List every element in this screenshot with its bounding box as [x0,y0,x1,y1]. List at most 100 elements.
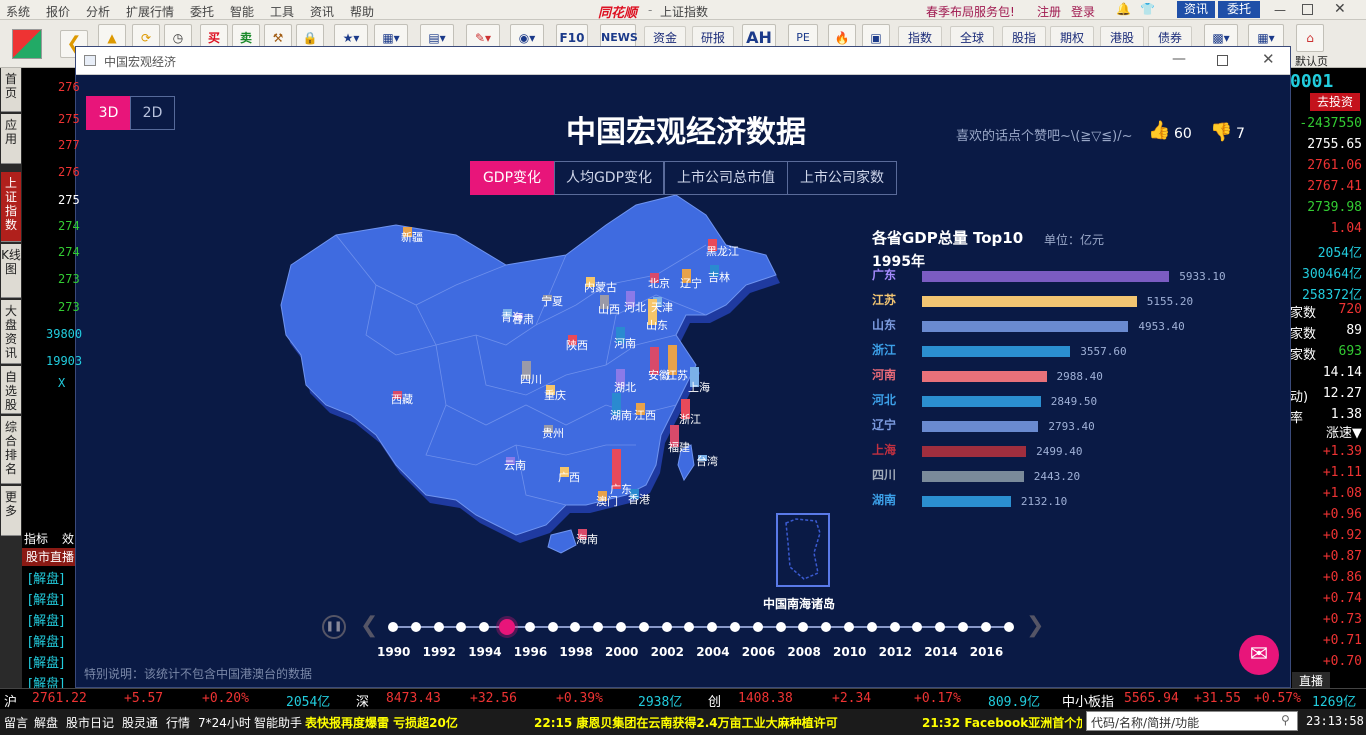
timeline-dot[interactable] [821,622,832,632]
timeline-dot[interactable] [958,622,968,632]
timeline-dot[interactable] [1003,622,1014,632]
timeline-year[interactable]: 2014 [924,645,957,659]
live-item[interactable]: [解盘] [28,589,64,608]
login-link[interactable]: 登录 [1071,3,1095,20]
menu-info[interactable]: 资讯 [310,3,334,20]
timeline-year[interactable]: 2016 [970,645,1003,659]
timeline-dot[interactable] [775,622,786,632]
nav-home[interactable]: 首页 [1,68,21,112]
timeline-year[interactable]: 1994 [468,645,501,659]
news-ticker-3[interactable]: 21:32 Facebook亚洲首个加 [922,714,1082,731]
news-ticker-2[interactable]: 22:15 康恩贝集团在云南获得2.4万亩工业大麻种植许可 [534,714,838,731]
search-box[interactable]: 代码/名称/简拼/功能 ⚲ [1086,711,1298,731]
pause-icon[interactable]: ❚❚ [322,615,346,639]
hk-button[interactable]: 港股 [1100,26,1144,48]
timeline-dot[interactable] [707,622,718,632]
nav-market-news[interactable]: 大盘资讯 [1,300,21,364]
province-bar[interactable] [612,449,621,489]
nav-sh-index[interactable]: 上证指数 [1,172,21,242]
bond-button[interactable]: 债券 [1148,26,1192,48]
effect-tab[interactable]: 效 [62,530,74,547]
live-label[interactable]: 股市直播 [22,548,75,566]
search-icon[interactable]: ⚲ [1281,713,1290,727]
next-icon[interactable]: ❯ [1026,613,1044,638]
timeline-year[interactable]: 2004 [696,645,729,659]
default-page-label[interactable]: 默认页 [1295,53,1328,69]
timeline-year[interactable]: 2010 [833,645,866,659]
register-link[interactable]: 注册 [1037,3,1061,20]
toggle-3d[interactable]: 3D [86,96,131,130]
bottom-item[interactable]: 智能助手 [254,714,302,731]
timeline-dot[interactable] [752,622,763,632]
timeline-dot[interactable] [456,622,467,632]
timeline-dot[interactable] [798,622,809,632]
bar[interactable] [922,396,1041,407]
options-button[interactable]: 期权 [1050,26,1094,48]
bar[interactable] [922,271,1170,282]
tab-market-cap[interactable]: 上市公司总市值 [664,161,788,195]
nav-kline[interactable]: K线图 [1,244,21,298]
timeline-dot[interactable] [730,622,740,632]
close-icon[interactable]: ✕ [1334,1,1346,17]
menu-quote[interactable]: 报价 [46,3,70,20]
toggle-2d[interactable]: 2D [130,96,175,130]
timeline-dot[interactable] [547,622,558,632]
timeline-dot[interactable] [616,622,626,632]
timeline-year[interactable]: 2006 [742,645,775,659]
timeline-year[interactable]: 2002 [651,645,684,659]
thumbs-down-icon[interactable]: 👎 [1210,122,1232,143]
windows-grid-icon[interactable] [12,29,42,59]
bar[interactable] [922,496,1011,507]
tab-gdp[interactable]: GDP变化 [470,161,554,195]
live-item[interactable]: [解盘] [28,610,64,629]
timeline-year[interactable]: 1992 [423,645,456,659]
bottom-item[interactable]: 行情 [166,714,190,731]
menu-help[interactable]: 帮助 [350,3,374,20]
promo-link[interactable]: 春季布局服务包! [926,3,1015,20]
sh-value[interactable]: 2761.22 [32,691,87,706]
thumbs-up-icon[interactable]: 👍 [1148,120,1170,141]
timeline-dot[interactable] [570,622,581,632]
timeline-dot[interactable] [935,622,946,632]
china-map[interactable]: 新疆西藏青海甘肃宁夏内蒙古黑龙江吉林辽宁北京天津河北山西山东陕西 河南江苏安徽上海… [276,195,796,565]
timeline-dot[interactable] [410,622,421,632]
timeline-year[interactable]: 1998 [559,645,592,659]
live-item[interactable]: [解盘] [28,568,64,587]
mail-icon[interactable]: ✉ [1239,635,1279,675]
live-item[interactable]: [解盘] [28,631,64,650]
bar[interactable] [922,321,1129,332]
timeline-dot[interactable] [889,622,900,632]
timeline-year[interactable]: 1996 [514,645,547,659]
home-icon[interactable]: ⌂ [1296,24,1324,52]
stock-index-button[interactable]: 股指 [1002,26,1046,48]
bell-icon[interactable]: 🔔 [1116,2,1131,16]
index-button[interactable]: 指数 [898,26,942,48]
bottom-item[interactable]: 解盘 [34,714,58,731]
global-button[interactable]: 全球 [950,26,994,48]
nav-ranking[interactable]: 综合排名 [1,416,21,484]
live-item[interactable]: [解盘] [28,652,64,671]
timeline-dot[interactable] [866,622,877,632]
bottom-item[interactable]: 7*24小时 [198,714,251,731]
timeline-dot[interactable] [433,622,444,632]
live-tab[interactable]: 直播 [1292,672,1330,688]
prev-icon[interactable]: ❮ [360,613,378,638]
bar[interactable] [922,296,1137,307]
bar[interactable] [922,346,1071,357]
menu-ext-quote[interactable]: 扩展行情 [126,3,174,20]
research-button[interactable]: 研报 [692,26,734,48]
menu-analysis[interactable]: 分析 [86,3,110,20]
menu-trade[interactable]: 委托 [190,3,214,20]
invest-button[interactable]: 去投资 [1310,93,1360,111]
tab-company-count[interactable]: 上市公司家数 [787,161,897,195]
timeline-dot[interactable] [912,622,923,632]
timeline-year[interactable]: 2000 [605,645,638,659]
indicator-tab[interactable]: 指标 [24,530,48,547]
news-button[interactable]: 资讯 [1177,1,1215,18]
window-maximize-icon[interactable] [1217,55,1228,66]
minimize-icon[interactable]: — [1274,3,1286,17]
zx-value[interactable]: 5565.94 [1124,691,1179,706]
maximize-icon[interactable] [1302,4,1313,15]
window-close-icon[interactable]: ✕ [1262,50,1275,68]
timeline-dot[interactable] [684,622,695,632]
